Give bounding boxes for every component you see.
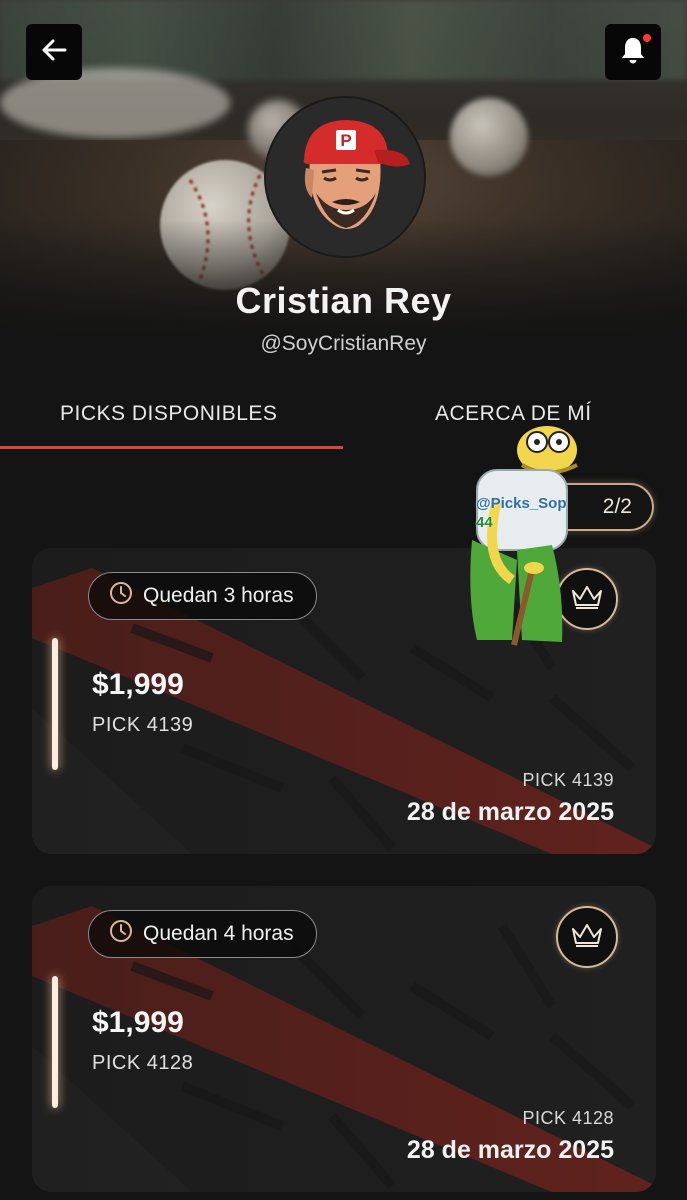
pick-price: $1,999 bbox=[92, 668, 184, 701]
crown-icon bbox=[570, 921, 604, 954]
tab-picks-disponibles[interactable]: PICKS DISPONIBLES bbox=[60, 402, 277, 426]
premium-badge bbox=[556, 568, 618, 630]
profile-handle: @SoyCristianRey bbox=[260, 332, 427, 355]
crown-icon bbox=[570, 583, 604, 616]
arrow-left-icon bbox=[39, 35, 69, 70]
pick-id-secondary: PICK 4139 bbox=[522, 770, 614, 790]
pick-id: PICK 4139 bbox=[92, 714, 194, 736]
pick-date: 28 de marzo 2025 bbox=[406, 1136, 614, 1164]
clock-icon bbox=[109, 581, 133, 611]
pick-id: PICK 4128 bbox=[92, 1052, 194, 1074]
pick-id-secondary: PICK 4128 bbox=[522, 1108, 614, 1128]
active-tab-indicator bbox=[0, 446, 343, 449]
watermark-phone: 44 bbox=[476, 514, 493, 531]
time-remaining-text: Quedan 4 horas bbox=[143, 922, 294, 945]
cap-logo-letter: P bbox=[340, 131, 351, 150]
pick-date: 28 de marzo 2025 bbox=[406, 798, 614, 826]
watermark-handle: @Picks_Sop bbox=[476, 495, 567, 512]
accent-bar bbox=[52, 638, 58, 770]
back-button[interactable] bbox=[26, 24, 82, 80]
time-remaining-badge: Quedan 4 horas bbox=[88, 910, 317, 958]
accent-bar bbox=[52, 976, 58, 1108]
baseball-blur bbox=[450, 98, 528, 176]
profile-name: Cristian Rey bbox=[235, 280, 452, 321]
time-remaining-badge: Quedan 3 horas bbox=[88, 572, 317, 620]
notification-dot bbox=[643, 34, 651, 42]
premium-badge bbox=[556, 906, 618, 968]
time-remaining-text: Quedan 3 horas bbox=[143, 584, 294, 607]
clock-icon bbox=[109, 919, 133, 949]
avatar: P bbox=[264, 96, 426, 258]
notifications-button[interactable] bbox=[605, 24, 661, 80]
pick-card[interactable]: Quedan 4 horas $1,999 PICK 4128 PICK 412… bbox=[32, 886, 656, 1192]
pick-price: $1,999 bbox=[92, 1006, 184, 1039]
counter-value: 2/2 bbox=[602, 495, 632, 518]
pick-card[interactable]: Quedan 3 horas $1,999 PICK 4139 PICK 413… bbox=[32, 548, 656, 854]
tab-acerca-de-mi[interactable]: ACERCA DE MÍ bbox=[435, 402, 592, 426]
